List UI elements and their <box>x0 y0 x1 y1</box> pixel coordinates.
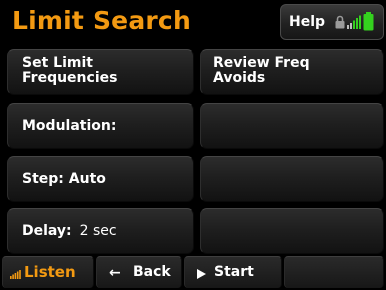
back-arrow-icon: ← <box>109 265 121 281</box>
delay-button[interactable]: Delay: 2 sec <box>7 208 194 254</box>
signal-strength-icon <box>347 15 361 29</box>
empty-softkey[interactable] <box>284 256 384 288</box>
modulation-label: Modulation: <box>22 118 117 134</box>
delay-value: 2 sec <box>79 223 117 239</box>
start-button[interactable]: Start <box>184 256 282 288</box>
lock-icon <box>335 15 345 29</box>
modulation-button[interactable]: Modulation: <box>7 103 194 149</box>
empty-button-row3[interactable] <box>200 156 384 202</box>
empty-button-row4[interactable] <box>200 208 384 254</box>
header-bar: Limit Search Help <box>0 0 386 44</box>
set-limit-line1: Set Limit <box>22 55 93 71</box>
review-line1: Review Freq <box>213 55 310 71</box>
help-button[interactable]: Help <box>280 4 384 40</box>
help-button-label: Help <box>289 14 326 30</box>
step-label: Step: Auto <box>22 171 106 187</box>
start-label: Start <box>214 264 254 280</box>
bottom-toolbar: Listen ← Back Start <box>0 256 386 290</box>
review-line2: Avoids <box>213 70 266 86</box>
play-icon <box>197 269 206 279</box>
back-button[interactable]: ← Back <box>96 256 182 288</box>
page-title: Limit Search <box>12 6 191 35</box>
step-button[interactable]: Step: Auto <box>7 156 194 202</box>
listen-button[interactable]: Listen <box>2 256 94 288</box>
review-freq-avoids-label: Review Freq Avoids <box>213 56 310 86</box>
battery-icon <box>363 12 374 31</box>
delay-label: Delay: <box>22 223 72 239</box>
back-label: Back <box>133 264 171 280</box>
set-limit-line2: Frequencies <box>22 70 118 86</box>
set-limit-frequencies-label: Set Limit Frequencies <box>22 56 117 86</box>
set-limit-frequencies-button[interactable]: Set Limit Frequencies <box>7 49 194 95</box>
review-freq-avoids-button[interactable]: Review Freq Avoids <box>200 49 384 95</box>
listen-label: Listen <box>24 263 76 281</box>
delay-label-group: Delay: 2 sec <box>22 224 117 239</box>
empty-button-row2[interactable] <box>200 103 384 149</box>
signal-bars-icon <box>10 270 21 279</box>
